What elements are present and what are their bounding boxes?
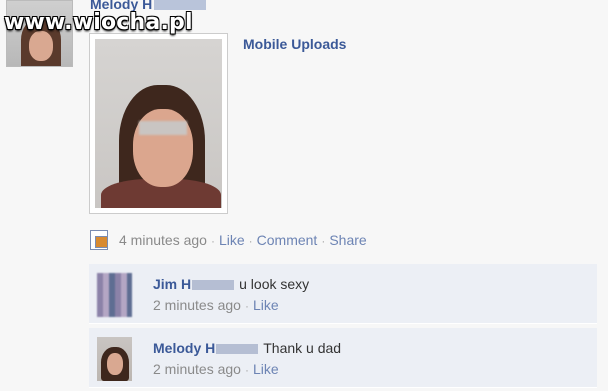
comment-list: Jim Hu look sexy 2 minutes ago · Like Melo… [89,264,597,391]
mobile-uploads-link[interactable]: Mobile Uploads [243,36,346,52]
name-censor-blur [216,344,259,355]
comment-timestamp[interactable]: 2 minutes ago [153,361,241,377]
name-censor-blur [154,0,207,11]
commenter-avatar[interactable] [97,273,132,317]
comment-text: u look sexy [239,276,310,292]
comment-like-link[interactable]: Like [253,297,279,313]
commenter-name[interactable]: Jim H [153,276,191,292]
comment-link[interactable]: Comment [257,232,318,248]
commenter-avatar[interactable] [97,337,132,381]
comment-text: Thank u dad [263,340,342,356]
share-link[interactable]: Share [329,232,366,248]
comment-timestamp[interactable]: 2 minutes ago [153,297,241,313]
photo-type-icon [90,230,108,250]
post-actions: 4 minutes ago · Like · Comment · Share [119,232,367,248]
eyes-censor-blur [139,121,187,135]
post-timestamp[interactable]: 4 minutes ago [119,232,207,248]
like-link[interactable]: Like [219,232,245,248]
commenter-name[interactable]: Melody H [153,340,215,356]
comment-item: Melody H Thank u dad 2 minutes ago · Like [89,328,597,388]
site-watermark: www.wiocha.pl [4,10,193,35]
name-censor-blur [192,280,235,291]
post-photo[interactable] [89,33,228,214]
comment-item: Jim Hu look sexy 2 minutes ago · Like [89,264,597,324]
comment-like-link[interactable]: Like [253,361,279,377]
feed-story: www.wiocha.pl Melody H Mobile Uploads 4 … [0,0,608,391]
